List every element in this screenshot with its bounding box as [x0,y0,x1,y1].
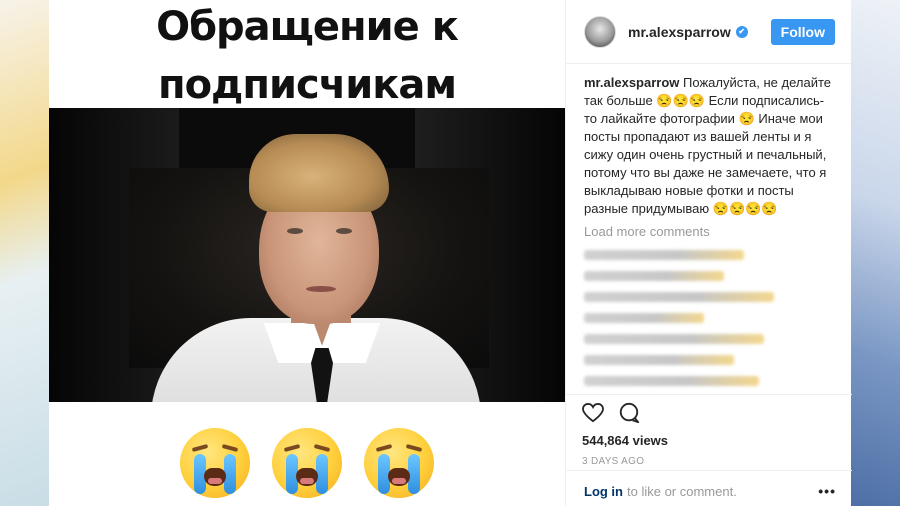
instagram-post-modal: Обращение к подписчикам mr.alexsparrow ✔… [49,0,852,506]
background-right [848,0,900,506]
media-caption-line2: подписчикам [157,62,457,108]
video-frame[interactable] [49,108,565,402]
post-actions: 544,864 views 3 DAYS AGO [566,394,852,467]
blurred-comment [584,292,774,302]
post-header: mr.alexsparrow ✔ Follow [566,0,851,64]
login-link[interactable]: Log in [584,484,623,499]
post-media[interactable]: Обращение к подписчикам [49,0,565,506]
caption-username[interactable]: mr.alexsparrow [584,75,679,90]
blurred-comment [584,250,744,260]
mouth [306,286,336,292]
hair [249,134,389,212]
post-side-panel: mr.alexsparrow ✔ Follow mr.alexsparrow П… [565,0,852,506]
person [151,108,481,402]
post-timestamp: 3 DAYS AGO [582,456,645,467]
blurred-comment [584,376,759,386]
background-left [0,0,50,506]
blurred-comment [584,271,724,281]
header-username[interactable]: mr.alexsparrow [628,24,731,40]
caption-text-3: Иначе мои посты пропадают из вашей ленты… [584,111,827,216]
unamused-emoji-icon: 😒😒😒 [656,93,705,108]
crying-emoji-icon [364,428,434,498]
avatar[interactable] [584,15,616,48]
blurred-comments [584,250,840,386]
follow-button[interactable]: Follow [770,18,835,45]
eye-left [287,228,303,234]
login-prompt-text: to like or comment. [627,483,737,499]
blurred-comment [584,355,734,365]
load-more-comments-link[interactable]: Load more comments [584,224,840,239]
media-caption-line1: Обращение к [156,4,459,50]
crying-emoji-row [49,428,565,498]
views-count[interactable]: 544,864 views [582,433,836,448]
action-icons [582,401,836,425]
blurred-comment [584,334,764,344]
blurred-comment [584,313,704,323]
verified-badge-icon: ✔ [735,25,748,38]
comments-section: mr.alexsparrow Пожалуйста, не делайте та… [584,74,840,386]
comment-icon[interactable] [618,402,640,424]
unamused-emoji-icon: 😒😒😒😒 [712,201,778,216]
post-caption: mr.alexsparrow Пожалуйста, не делайте та… [584,74,840,218]
login-prompt: Log in to like or comment. ••• [566,470,852,499]
heart-icon[interactable] [582,403,604,423]
crying-emoji-icon [272,428,342,498]
more-options-icon[interactable]: ••• [818,483,836,499]
crying-emoji-icon [180,428,250,498]
unamused-emoji-icon: 😒 [738,111,755,126]
eye-right [336,228,352,234]
